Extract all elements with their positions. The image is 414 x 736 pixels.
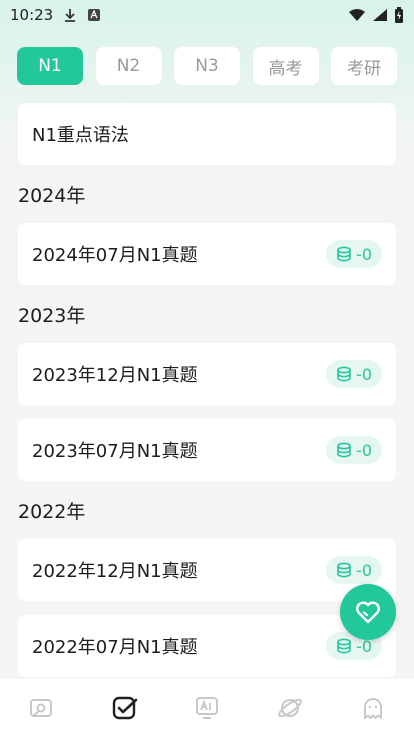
coin-count: -0	[356, 440, 372, 460]
signal-icon	[373, 9, 387, 21]
coin-count: -0	[356, 364, 372, 384]
status-left: 10:23	[10, 6, 101, 24]
exam-title: 2023年12月N1真题	[32, 365, 198, 386]
exam-card[interactable]: 2023年07月N1真题 -0	[18, 419, 396, 481]
grammar-card-title: N1重点语法	[32, 125, 129, 146]
app-notification-icon	[88, 9, 101, 21]
exam-card[interactable]: 2024年07月N1真题 -0	[18, 223, 396, 285]
section-title-2024: 2024年	[18, 184, 86, 207]
wifi-icon	[349, 9, 365, 21]
exam-card[interactable]: 2022年12月N1真题 -0	[18, 539, 396, 601]
nav-practice[interactable]	[94, 688, 154, 728]
tab-gaokao[interactable]: 高考	[252, 47, 319, 85]
ai-icon	[195, 696, 218, 719]
download-icon	[65, 9, 76, 22]
tab-n2[interactable]: N2	[95, 47, 162, 85]
coin-icon	[337, 442, 351, 458]
heart-icon	[356, 601, 380, 624]
favorite-fab[interactable]	[340, 584, 396, 640]
coin-count: -0	[356, 244, 372, 264]
content-list: N1重点语法 2024年 2024年07月N1真题 -0 2023年 2023年…	[18, 103, 396, 677]
status-time: 10:23	[10, 6, 54, 24]
section-title-2022: 2022年	[18, 500, 86, 523]
section-title-2023: 2023年	[18, 304, 86, 327]
nav-profile[interactable]	[343, 688, 403, 728]
tab-n1[interactable]: N1	[17, 47, 83, 85]
exam-title: 2022年12月N1真题	[32, 561, 198, 582]
coin-icon	[337, 366, 351, 382]
photo-icon	[30, 698, 53, 717]
coin-badge: -0	[326, 360, 382, 388]
exam-title: 2023年07月N1真题	[32, 441, 198, 462]
planet-icon	[277, 698, 302, 717]
grammar-card[interactable]: N1重点语法	[18, 103, 396, 165]
nav-ai[interactable]	[177, 688, 237, 728]
tab-n3[interactable]: N3	[174, 47, 240, 85]
coin-icon	[337, 246, 351, 262]
exam-card[interactable]: 2022年07月N1真题 -0	[18, 615, 396, 677]
nav-photo[interactable]	[11, 688, 71, 728]
tab-kaoyan[interactable]: 考研	[331, 47, 397, 85]
card-gap	[18, 405, 396, 419]
nav-explore[interactable]	[260, 688, 320, 728]
exam-title: 2022年07月N1真题	[32, 637, 198, 658]
battery-icon	[395, 7, 403, 23]
level-tabs: N1 N2 N3 高考 考研	[17, 47, 397, 85]
coin-count: -0	[356, 560, 372, 580]
exam-title: 2024年07月N1真题	[32, 245, 198, 266]
coin-icon	[337, 562, 351, 578]
ghost-icon	[363, 697, 382, 719]
coin-badge: -0	[326, 240, 382, 268]
coin-badge: -0	[326, 436, 382, 464]
exam-card[interactable]: 2023年12月N1真题 -0	[18, 343, 396, 405]
status-right	[348, 7, 404, 23]
coin-icon	[337, 638, 351, 654]
coin-badge: -0	[326, 556, 382, 584]
status-bar: 10:23	[0, 0, 414, 30]
check-icon	[112, 696, 138, 719]
bottom-nav	[0, 679, 414, 736]
